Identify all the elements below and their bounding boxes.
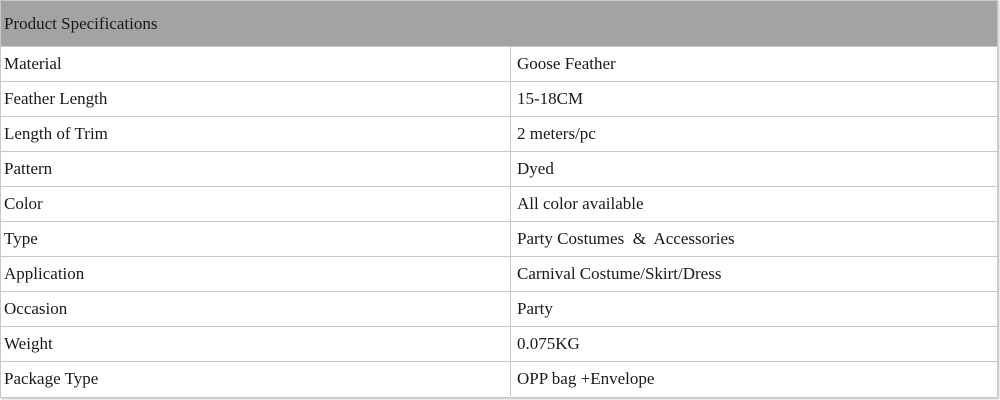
spec-header: Product Specifications: [1, 1, 997, 47]
spec-label-color: Color: [1, 186, 511, 222]
spec-value-length-of-trim: 2 meters/pc: [510, 116, 997, 152]
spec-value-pattern: Dyed: [510, 151, 997, 187]
spec-value-type: Party Costumes & Accessories: [510, 221, 997, 257]
spec-value-color: All color available: [510, 186, 997, 222]
spec-label-package-type: Package Type: [1, 361, 511, 396]
table-row: Application Carnival Costume/Skirt/Dress: [1, 256, 997, 292]
table-row: Occasion Party: [1, 291, 997, 327]
spec-value-package-type: OPP bag +Envelope: [517, 369, 655, 388]
spec-label-occasion: Occasion: [1, 291, 511, 327]
spec-value-material: Goose Feather: [510, 47, 997, 82]
spec-title: Product Specifications: [4, 13, 158, 33]
table-row: Feather Length 15-18CM: [1, 81, 997, 117]
spec-label-weight: Weight: [1, 326, 511, 362]
table-row: Color All color available: [1, 186, 997, 222]
table-row: Package Type OPP bag +Envelope: [1, 361, 997, 396]
table-row: Length of Trim 2 meters/pc: [1, 116, 997, 152]
spec-value-occasion: Party: [510, 291, 997, 327]
table-row: Pattern Dyed: [1, 151, 997, 187]
product-specifications-panel: Product Specifications Material Goose Fe…: [0, 0, 998, 398]
spec-value-weight: 0.075KG: [510, 326, 997, 362]
spec-label-application: Application: [1, 256, 511, 292]
table-row: Weight 0.075KG: [1, 326, 997, 362]
table-row: Type Party Costumes & Accessories: [1, 221, 997, 257]
spec-label-type: Type: [1, 221, 511, 257]
spec-label-feather-length: Feather Length: [1, 81, 511, 117]
spec-label-pattern: Pattern: [1, 151, 511, 187]
table-row: Material Goose Feather: [1, 47, 997, 82]
spec-label-material: Material: [1, 47, 511, 82]
spec-label-length-of-trim: Length of Trim: [1, 116, 511, 152]
spec-value-application: Carnival Costume/Skirt/Dress: [510, 256, 997, 292]
spec-value-feather-length: 15-18CM: [510, 81, 997, 117]
spec-table: Material Goose Feather Feather Length 15…: [1, 47, 997, 396]
